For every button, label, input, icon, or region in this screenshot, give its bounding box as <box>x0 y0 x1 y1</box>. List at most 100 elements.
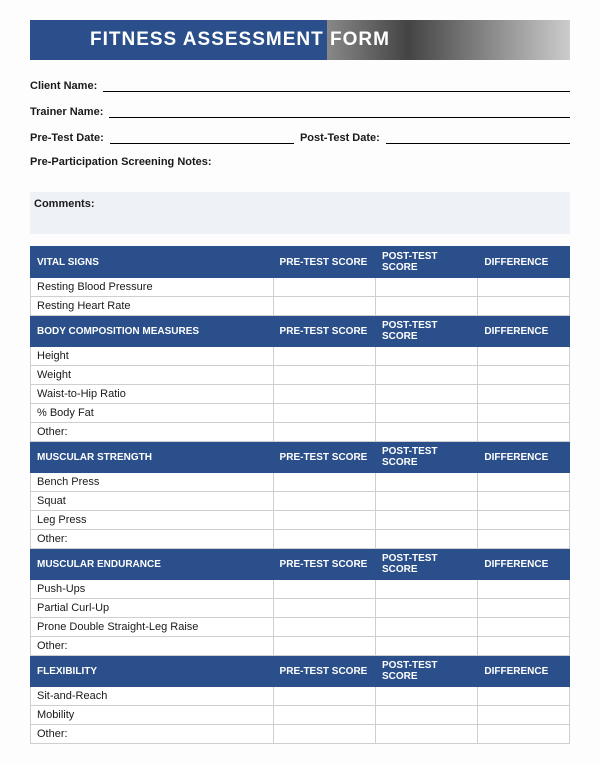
pre-score-cell[interactable] <box>273 278 375 297</box>
metric-name: Other: <box>31 423 274 442</box>
table-row: Other: <box>31 530 570 549</box>
col-diff: DIFFERENCE <box>478 549 570 580</box>
post-score-cell[interactable] <box>375 706 477 725</box>
difference-cell[interactable] <box>478 385 570 404</box>
pre-score-cell[interactable] <box>273 347 375 366</box>
col-post: POST-TEST SCORE <box>375 442 477 473</box>
section-title: FLEXIBILITY <box>31 656 274 687</box>
trainer-name-input[interactable] <box>109 104 570 118</box>
table-row: Bench Press <box>31 473 570 492</box>
difference-cell[interactable] <box>478 423 570 442</box>
table-row: Mobility <box>31 706 570 725</box>
difference-cell[interactable] <box>478 297 570 316</box>
section-header: BODY COMPOSITION MEASURESPRE-TEST SCOREP… <box>31 316 570 347</box>
difference-cell[interactable] <box>478 687 570 706</box>
section-header: FLEXIBILITYPRE-TEST SCOREPOST-TEST SCORE… <box>31 656 570 687</box>
post-score-cell[interactable] <box>375 473 477 492</box>
post-score-cell[interactable] <box>375 366 477 385</box>
post-score-cell[interactable] <box>375 423 477 442</box>
post-test-date-input[interactable] <box>386 130 570 144</box>
pre-score-cell[interactable] <box>273 366 375 385</box>
table-row: Other: <box>31 725 570 744</box>
col-post: POST-TEST SCORE <box>375 549 477 580</box>
pre-test-date-label: Pre-Test Date: <box>30 132 104 144</box>
metric-name: Resting Heart Rate <box>31 297 274 316</box>
difference-cell[interactable] <box>478 618 570 637</box>
metric-name: Leg Press <box>31 511 274 530</box>
metric-name: Height <box>31 347 274 366</box>
table-row: Waist-to-Hip Ratio <box>31 385 570 404</box>
metric-name: % Body Fat <box>31 404 274 423</box>
col-pre: PRE-TEST SCORE <box>273 549 375 580</box>
difference-cell[interactable] <box>478 530 570 549</box>
table-row: Other: <box>31 637 570 656</box>
pre-score-cell[interactable] <box>273 473 375 492</box>
post-score-cell[interactable] <box>375 347 477 366</box>
col-post: POST-TEST SCORE <box>375 656 477 687</box>
pre-score-cell[interactable] <box>273 637 375 656</box>
post-score-cell[interactable] <box>375 530 477 549</box>
post-score-cell[interactable] <box>375 580 477 599</box>
difference-cell[interactable] <box>478 706 570 725</box>
difference-cell[interactable] <box>478 637 570 656</box>
difference-cell[interactable] <box>478 599 570 618</box>
post-score-cell[interactable] <box>375 687 477 706</box>
difference-cell[interactable] <box>478 511 570 530</box>
table-row: Squat <box>31 492 570 511</box>
post-score-cell[interactable] <box>375 618 477 637</box>
table-row: % Body Fat <box>31 404 570 423</box>
table-row: Prone Double Straight-Leg Raise <box>31 618 570 637</box>
post-score-cell[interactable] <box>375 385 477 404</box>
difference-cell[interactable] <box>478 366 570 385</box>
pre-score-cell[interactable] <box>273 385 375 404</box>
post-score-cell[interactable] <box>375 637 477 656</box>
pre-score-cell[interactable] <box>273 687 375 706</box>
metric-name: Prone Double Straight-Leg Raise <box>31 618 274 637</box>
client-name-row: Client Name: <box>30 78 570 92</box>
pre-score-cell[interactable] <box>273 297 375 316</box>
metric-name: Squat <box>31 492 274 511</box>
section-header: MUSCULAR STRENGTHPRE-TEST SCOREPOST-TEST… <box>31 442 570 473</box>
pre-score-cell[interactable] <box>273 618 375 637</box>
trainer-name-label: Trainer Name: <box>30 106 103 118</box>
col-diff: DIFFERENCE <box>478 247 570 278</box>
pre-score-cell[interactable] <box>273 580 375 599</box>
difference-cell[interactable] <box>478 347 570 366</box>
metric-name: Other: <box>31 530 274 549</box>
col-pre: PRE-TEST SCORE <box>273 656 375 687</box>
pre-score-cell[interactable] <box>273 511 375 530</box>
pre-score-cell[interactable] <box>273 530 375 549</box>
post-score-cell[interactable] <box>375 492 477 511</box>
difference-cell[interactable] <box>478 473 570 492</box>
post-score-cell[interactable] <box>375 297 477 316</box>
col-pre: PRE-TEST SCORE <box>273 316 375 347</box>
pre-score-cell[interactable] <box>273 725 375 744</box>
table-row: Other: <box>31 423 570 442</box>
post-score-cell[interactable] <box>375 278 477 297</box>
post-score-cell[interactable] <box>375 599 477 618</box>
post-score-cell[interactable] <box>375 511 477 530</box>
table-row: Weight <box>31 366 570 385</box>
pre-test-date-input[interactable] <box>110 130 294 144</box>
post-score-cell[interactable] <box>375 725 477 744</box>
title-banner: FITNESS ASSESSMENT FORM <box>30 20 570 60</box>
difference-cell[interactable] <box>478 725 570 744</box>
difference-cell[interactable] <box>478 492 570 511</box>
table-row: Resting Heart Rate <box>31 297 570 316</box>
difference-cell[interactable] <box>478 404 570 423</box>
form-page: FITNESS ASSESSMENT FORM Client Name: Tra… <box>0 0 600 764</box>
pre-score-cell[interactable] <box>273 599 375 618</box>
section-title: VITAL SIGNS <box>31 247 274 278</box>
difference-cell[interactable] <box>478 580 570 599</box>
post-test-date-label: Post-Test Date: <box>300 132 380 144</box>
pre-score-cell[interactable] <box>273 404 375 423</box>
section-title: BODY COMPOSITION MEASURES <box>31 316 274 347</box>
difference-cell[interactable] <box>478 278 570 297</box>
client-name-input[interactable] <box>103 78 570 92</box>
pre-score-cell[interactable] <box>273 423 375 442</box>
pre-score-cell[interactable] <box>273 492 375 511</box>
col-post: POST-TEST SCORE <box>375 247 477 278</box>
table-row: Resting Blood Pressure <box>31 278 570 297</box>
pre-score-cell[interactable] <box>273 706 375 725</box>
post-score-cell[interactable] <box>375 404 477 423</box>
